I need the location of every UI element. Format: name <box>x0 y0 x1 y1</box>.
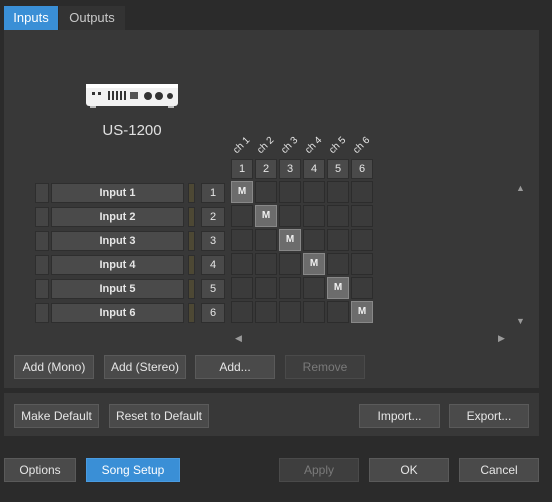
matrix-cell[interactable] <box>303 277 325 299</box>
import-button[interactable]: Import... <box>359 404 440 428</box>
row-handle[interactable] <box>35 255 49 275</box>
matrix-cell[interactable] <box>303 205 325 227</box>
matrix-cell[interactable] <box>351 181 373 203</box>
matrix-cell[interactable] <box>351 205 373 227</box>
reset-to-default-button[interactable]: Reset to Default <box>109 404 209 428</box>
matrix-cell[interactable] <box>231 205 253 227</box>
make-default-button[interactable]: Make Default <box>14 404 99 428</box>
input-number: 4 <box>201 255 225 275</box>
matrix-cell[interactable] <box>327 253 349 275</box>
input-number: 3 <box>201 231 225 251</box>
matrix-cell[interactable] <box>327 181 349 203</box>
scroll-up-arrow-icon[interactable]: ▲ <box>516 183 525 193</box>
row-handle[interactable] <box>35 279 49 299</box>
row-handle[interactable] <box>35 207 49 227</box>
matrix-cell-active[interactable]: M <box>351 301 373 323</box>
tab-outputs[interactable]: Outputs <box>59 6 125 30</box>
matrix-cell[interactable] <box>231 277 253 299</box>
matrix-cell[interactable] <box>231 229 253 251</box>
matrix-cell[interactable] <box>255 277 277 299</box>
input-name-field[interactable]: Input 5 <box>51 279 184 299</box>
input-name-field[interactable]: Input 3 <box>51 231 184 251</box>
row-color-strip <box>188 183 195 203</box>
matrix-cell[interactable] <box>279 253 301 275</box>
audio-interface-icon <box>86 84 178 108</box>
add-button[interactable]: Add... <box>195 355 275 379</box>
matrix-cell-active[interactable]: M <box>231 181 253 203</box>
options-button[interactable]: Options <box>4 458 76 482</box>
add-mono-button[interactable]: Add (Mono) <box>14 355 94 379</box>
export-button[interactable]: Export... <box>449 404 529 428</box>
remove-button[interactable]: Remove <box>285 355 365 379</box>
matrix-cell[interactable] <box>279 301 301 323</box>
row-color-strip <box>188 303 195 323</box>
input-number: 2 <box>201 207 225 227</box>
matrix-cell[interactable] <box>303 229 325 251</box>
matrix-cell[interactable] <box>351 253 373 275</box>
matrix-cell[interactable] <box>303 301 325 323</box>
scroll-right-arrow-icon[interactable]: ▶ <box>498 333 505 344</box>
input-name-field[interactable]: Input 4 <box>51 255 184 275</box>
device-name: US-1200 <box>102 122 162 139</box>
input-name-field[interactable]: Input 2 <box>51 207 184 227</box>
channel-number: 2 <box>255 159 277 179</box>
row-color-strip <box>188 207 195 227</box>
ok-button[interactable]: OK <box>369 458 449 482</box>
scroll-down-arrow-icon[interactable]: ▼ <box>516 316 525 326</box>
row-handle[interactable] <box>35 303 49 323</box>
input-name-field[interactable]: Input 1 <box>51 183 184 203</box>
matrix-cell[interactable] <box>231 301 253 323</box>
input-number: 1 <box>201 183 225 203</box>
apply-button[interactable]: Apply <box>279 458 359 482</box>
channel-number: 6 <box>351 159 373 179</box>
channel-number: 4 <box>303 159 325 179</box>
matrix-cell[interactable] <box>255 301 277 323</box>
matrix-cell[interactable] <box>255 229 277 251</box>
channel-number: 3 <box>279 159 301 179</box>
matrix-cell[interactable] <box>303 181 325 203</box>
matrix-cell[interactable] <box>351 229 373 251</box>
matrix-cell[interactable] <box>279 277 301 299</box>
row-color-strip <box>188 255 195 275</box>
channel-number: 5 <box>327 159 349 179</box>
matrix-cell[interactable] <box>279 181 301 203</box>
matrix-cell[interactable] <box>327 301 349 323</box>
scroll-left-arrow-icon[interactable]: ◀ <box>235 333 242 344</box>
cancel-button[interactable]: Cancel <box>459 458 539 482</box>
matrix-cell-active[interactable]: M <box>327 277 349 299</box>
matrix-cell[interactable] <box>351 277 373 299</box>
add-stereo-button[interactable]: Add (Stereo) <box>104 355 186 379</box>
matrix-cell[interactable] <box>231 253 253 275</box>
matrix-cell[interactable] <box>255 253 277 275</box>
row-handle[interactable] <box>35 183 49 203</box>
matrix-cell[interactable] <box>327 205 349 227</box>
matrix-cell-active[interactable]: M <box>279 229 301 251</box>
row-color-strip <box>188 279 195 299</box>
row-color-strip <box>188 231 195 251</box>
song-setup-button[interactable]: Song Setup <box>86 458 180 482</box>
input-number: 5 <box>201 279 225 299</box>
matrix-cell[interactable] <box>255 181 277 203</box>
tab-inputs[interactable]: Inputs <box>4 6 58 30</box>
channel-number: 1 <box>231 159 253 179</box>
matrix-cell[interactable] <box>327 229 349 251</box>
matrix-cell-active[interactable]: M <box>255 205 277 227</box>
input-name-field[interactable]: Input 6 <box>51 303 184 323</box>
matrix-cell-active[interactable]: M <box>303 253 325 275</box>
row-handle[interactable] <box>35 231 49 251</box>
matrix-cell[interactable] <box>279 205 301 227</box>
input-number: 6 <box>201 303 225 323</box>
